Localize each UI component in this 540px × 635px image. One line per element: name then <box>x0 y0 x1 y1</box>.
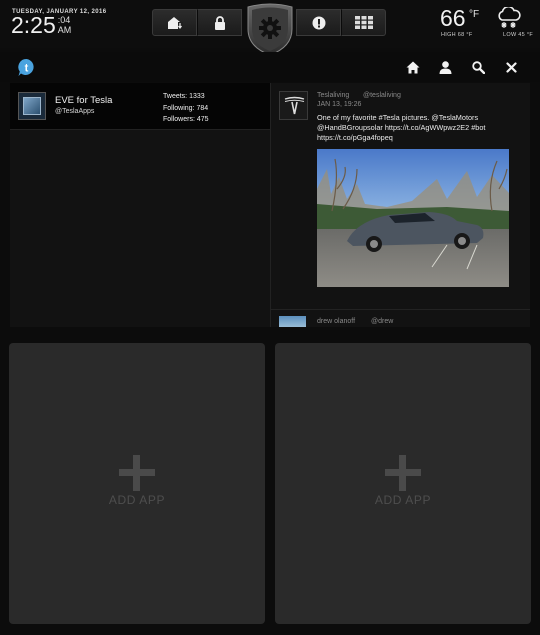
tweet-feed[interactable]: Teslaliving @teslaliving JAN 13, 19:26 O… <box>271 83 530 327</box>
add-app-label: ADD APP <box>374 493 432 507</box>
clock-ampm: AM <box>57 25 72 35</box>
tweet2-author-handle[interactable]: @drew <box>371 318 393 325</box>
profile-button[interactable] <box>429 58 462 77</box>
profile-handle: @TeslaApps <box>55 108 95 115</box>
plus-icon <box>119 455 155 491</box>
tweet-text: One of my favorite #Tesla pictures. @Tes… <box>317 113 486 142</box>
tweet2-avatar[interactable] <box>279 316 306 327</box>
lock-icon <box>214 15 225 30</box>
svg-text:t: t <box>25 63 29 75</box>
clock-seconds: :04 <box>57 15 71 25</box>
apps-grid-button[interactable] <box>341 9 386 36</box>
add-app-label: ADD APP <box>108 493 166 507</box>
app-toolbar: t <box>0 52 540 82</box>
temp-low: LOW 45 °F <box>503 32 533 38</box>
alerts-button[interactable] <box>296 9 341 36</box>
tweet-avatar[interactable] <box>279 91 308 120</box>
tweet-date: JAN 13, 19:26 <box>317 101 362 108</box>
profile-icon <box>439 61 452 74</box>
following-count: Following: 784 <box>163 104 209 112</box>
add-app-tile-right[interactable]: ADD APP <box>275 343 531 624</box>
status-bar: TUESDAY, JANUARY 12, 2016 2:25 :04 AM 66… <box>0 0 540 56</box>
plus-icon <box>385 455 421 491</box>
close-icon <box>506 62 517 73</box>
nav-left-group <box>152 9 242 36</box>
weather-widget[interactable]: 66 °F HIGH 68 °F LOW 45 °F <box>440 5 533 45</box>
clock-time: 2:25 <box>11 12 56 38</box>
temp-high: HIGH 68 °F <box>441 32 473 38</box>
twitter-panel: EVE for Tesla @TeslaApps Tweets: 1333 Fo… <box>10 83 530 327</box>
temperature: 66 <box>440 5 466 31</box>
left-pane <box>10 130 270 327</box>
tweet-photo[interactable] <box>317 149 509 287</box>
twitter-t-icon[interactable]: t <box>17 58 36 77</box>
close-button[interactable] <box>495 58 528 77</box>
temperature-unit: °F <box>469 9 480 20</box>
profile-card[interactable]: EVE for Tesla @TeslaApps Tweets: 1333 Fo… <box>10 83 270 130</box>
tweet-separator <box>271 309 530 310</box>
garage-button[interactable] <box>152 9 197 36</box>
tesla-dashboard: TUESDAY, JANUARY 12, 2016 2:25 :04 AM 66… <box>0 0 540 635</box>
snow-cloud-icon <box>498 7 521 28</box>
tweets-count: Tweets: 1333 <box>163 93 205 100</box>
tweet2-author-name[interactable]: drew olanoff <box>317 318 355 325</box>
lock-button[interactable] <box>197 9 242 36</box>
grid-icon <box>354 16 373 29</box>
gear-icon <box>259 17 281 39</box>
followers-count: Followers: 475 <box>163 116 209 123</box>
home-icon <box>406 61 419 74</box>
add-app-tile-left[interactable]: ADD APP <box>9 343 265 624</box>
tweet-author-handle[interactable]: @teslaliving <box>363 92 401 99</box>
garage-icon <box>167 16 183 29</box>
search-button[interactable] <box>462 58 495 77</box>
tweet-author-name[interactable]: Teslaliving <box>317 92 349 99</box>
home-button[interactable] <box>396 58 429 77</box>
clock: 2:25 :04 AM <box>11 13 71 37</box>
search-icon <box>472 61 485 74</box>
settings-button[interactable] <box>246 3 294 56</box>
profile-stats: Tweets: 1333 Following: 784 Followers: 4… <box>163 91 209 126</box>
nav-right-group <box>296 9 386 36</box>
profile-name: EVE for Tesla <box>55 95 113 106</box>
alert-icon <box>312 16 325 29</box>
avatar <box>18 92 46 120</box>
